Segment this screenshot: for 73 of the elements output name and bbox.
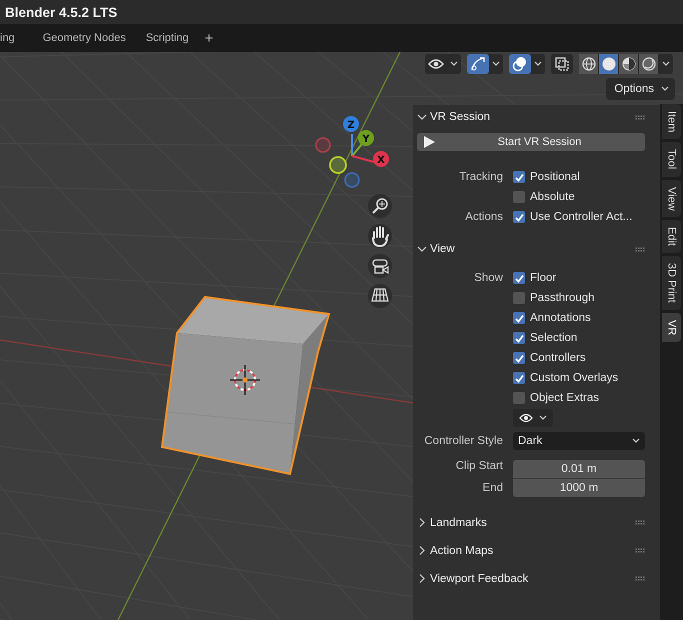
checkmark-icon [514,272,524,284]
checkmark-icon [514,372,524,384]
cube-drawing[interactable] [160,296,330,476]
camera-icon[interactable] [368,254,392,278]
field-label: Actions [465,211,503,223]
drag-handle-icon[interactable] [635,548,645,553]
overlay-toggle-icon[interactable] [509,54,531,74]
eye-icon [519,413,533,423]
sidebar-tab[interactable]: Edit [662,220,681,254]
options-dropdown[interactable]: Options [606,78,675,100]
checkmark-icon [514,312,524,324]
number-field[interactable]: 0.01 m [513,460,645,478]
start-vr-session-button[interactable]: Start VR Session [417,133,645,151]
material-shading-icon[interactable] [619,54,638,74]
navigation-gizmo[interactable] [315,116,389,188]
panel-title[interactable]: Action Maps [430,544,635,556]
axis-label: Z [347,120,355,131]
workspace-tab[interactable]: Scripting [136,25,199,51]
rendered-shading-icon[interactable] [639,54,658,74]
perspective-grid-icon[interactable] [368,284,392,308]
caret-icon [539,415,547,421]
add-workspace-button[interactable]: + [198,30,220,46]
checkmark-icon [514,332,524,344]
panel-title[interactable]: VR Session [430,111,635,123]
play-icon [423,136,435,148]
visibility-icon[interactable] [425,54,447,74]
axis-label: X [377,155,385,166]
caret-icon [632,438,640,444]
visibility-dropdown[interactable] [513,409,553,427]
caret-icon [661,86,669,92]
panel-title[interactable]: View [430,243,635,255]
checkbox[interactable]: Absolute [513,191,575,203]
3d-cursor-icon [230,365,260,395]
xray-toggle-icon[interactable] [551,54,573,74]
checkbox[interactable]: Annotations [513,312,591,324]
checkmark-icon [514,352,524,364]
gizmo-toggle-icon[interactable] [467,54,489,74]
sidebar-tab[interactable]: Item [662,104,681,140]
wireframe-shading-icon[interactable] [579,54,598,74]
sidebar-tab[interactable]: 3D Print [662,256,681,310]
sidebar-tab[interactable]: VR [662,312,681,342]
checkbox[interactable]: Floor [513,272,556,284]
window-title: Blender 4.5.2 LTS [5,4,118,20]
checkbox[interactable]: Controllers [513,352,586,364]
number-field[interactable]: 1000 m [513,478,645,497]
field-label: Tracking [459,171,503,183]
checkmark-icon [514,172,524,182]
workspace-tab[interactable]: Geometry Nodes [32,25,136,51]
panel-title[interactable]: Viewport Feedback [430,572,635,584]
hand-icon[interactable] [368,224,392,248]
sidebar-tab[interactable]: View [662,180,681,218]
panel-title[interactable]: Landmarks [430,516,635,528]
field-label: Show [474,272,503,284]
checkmark-icon [514,212,524,222]
field-label: Clip Start [456,460,503,472]
drag-handle-icon[interactable] [635,576,645,581]
workspace-tab[interactable]: ing [0,25,25,51]
sidebar-tab[interactable]: Tool [662,142,681,177]
zoom-icon[interactable] [368,194,392,218]
checkbox[interactable]: Custom Overlays [513,372,618,384]
field-label: Controller Style [424,434,503,446]
drag-handle-icon[interactable] [635,520,645,525]
field-label: End [482,482,503,494]
checkbox[interactable]: Use Controller Act... [513,211,632,223]
checkbox[interactable]: Positional [513,171,580,183]
axis-label: Y [362,134,370,145]
checkbox[interactable]: Object Extras [513,392,600,404]
drag-handle-icon[interactable] [635,246,645,252]
checkbox[interactable]: Selection [513,332,578,344]
drag-handle-icon[interactable] [635,114,645,120]
checkbox[interactable]: Passthrough [513,292,595,304]
controller-style-dropdown[interactable]: Dark [513,432,645,450]
solid-shading-icon[interactable] [599,54,618,74]
